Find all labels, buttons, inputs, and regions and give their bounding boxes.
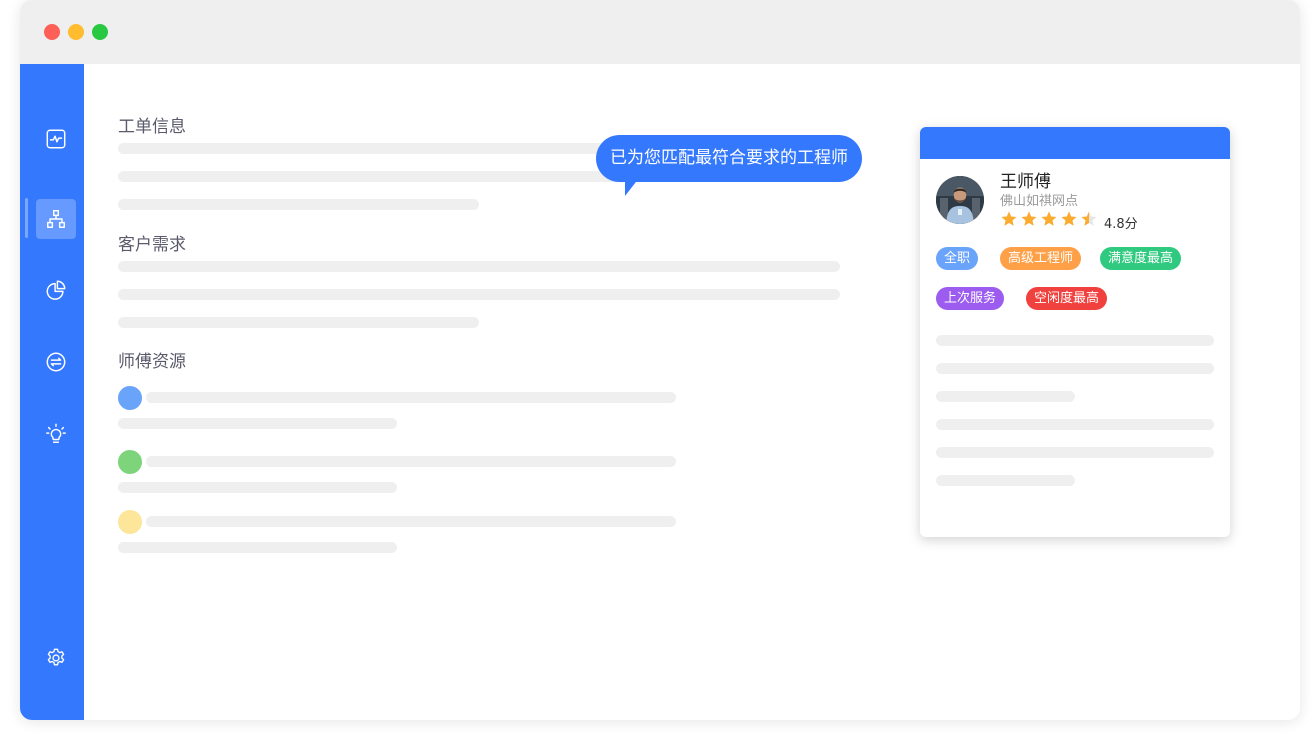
engineer-photo (936, 176, 984, 224)
engineer-card[interactable]: 王师傅 佛山如祺网点 4.8分 全职 高级工程师 满意度最高 上次服务 空闲度最… (920, 127, 1230, 537)
placeholder-line (118, 542, 397, 553)
title-bar (20, 0, 1300, 64)
rating-stars (1000, 210, 1100, 228)
sidebar-item-dashboard[interactable] (36, 119, 76, 159)
minimize-window-button[interactable] (68, 24, 84, 40)
close-window-button[interactable] (44, 24, 60, 40)
placeholder-line (146, 456, 676, 467)
monitor-icon (46, 129, 66, 149)
sidebar-item-statistics[interactable] (36, 270, 76, 310)
sidebar-item-organization[interactable] (36, 199, 76, 239)
sidebar-item-ideas[interactable] (36, 414, 76, 454)
section-title-master-resources: 师傅资源 (118, 352, 186, 372)
engineer-name: 王师傅 (1000, 172, 1051, 192)
placeholder-line (118, 199, 479, 210)
placeholder-line (118, 261, 840, 272)
placeholder-line (118, 482, 397, 493)
pie-chart-icon (46, 280, 66, 300)
exchange-icon (46, 352, 66, 372)
section-title-customer-needs: 客户需求 (118, 235, 186, 255)
resource-avatar-dot (118, 510, 142, 534)
tag-most-available: 空闲度最高 (1026, 287, 1108, 310)
engineer-location: 佛山如祺网点 (1000, 194, 1079, 209)
placeholder-line (936, 475, 1075, 486)
placeholder-line (118, 418, 397, 429)
resource-avatar-dot (118, 450, 142, 474)
placeholder-line (936, 363, 1214, 374)
placeholder-line (936, 391, 1075, 402)
maximize-window-button[interactable] (92, 24, 108, 40)
star-icon (1021, 211, 1037, 226)
placeholder-line (146, 516, 676, 527)
lightbulb-icon (46, 423, 66, 443)
card-header (920, 127, 1230, 159)
star-icon (1061, 211, 1077, 226)
gear-icon (47, 648, 65, 666)
placeholder-line (118, 317, 479, 328)
sidebar-item-transfer[interactable] (36, 342, 76, 382)
star-icon (1081, 211, 1097, 226)
tag-full-time: 全职 (936, 247, 979, 270)
star-icon (1001, 211, 1017, 226)
placeholder-line (118, 289, 840, 300)
placeholder-line (936, 335, 1214, 346)
resource-avatar-dot (118, 386, 142, 410)
bubble-tail (625, 178, 639, 196)
org-chart-icon (47, 210, 65, 228)
placeholder-line (146, 392, 676, 403)
star-icon (1041, 211, 1057, 226)
tag-last-service: 上次服务 (936, 287, 1005, 310)
placeholder-line (936, 447, 1214, 458)
avatar (936, 176, 984, 224)
active-nav-indicator (25, 198, 28, 238)
section-title-order-info: 工单信息 (118, 117, 186, 137)
tag-highest-satisfaction: 满意度最高 (1100, 247, 1182, 270)
tag-senior-engineer: 高级工程师 (1000, 247, 1082, 270)
sidebar (20, 64, 84, 720)
placeholder-line (936, 419, 1214, 430)
match-notification-bubble: 已为您匹配最符合要求的工程师 (596, 135, 862, 182)
sidebar-item-settings[interactable] (36, 638, 76, 678)
rating-value: 4.8分 (1104, 217, 1138, 232)
